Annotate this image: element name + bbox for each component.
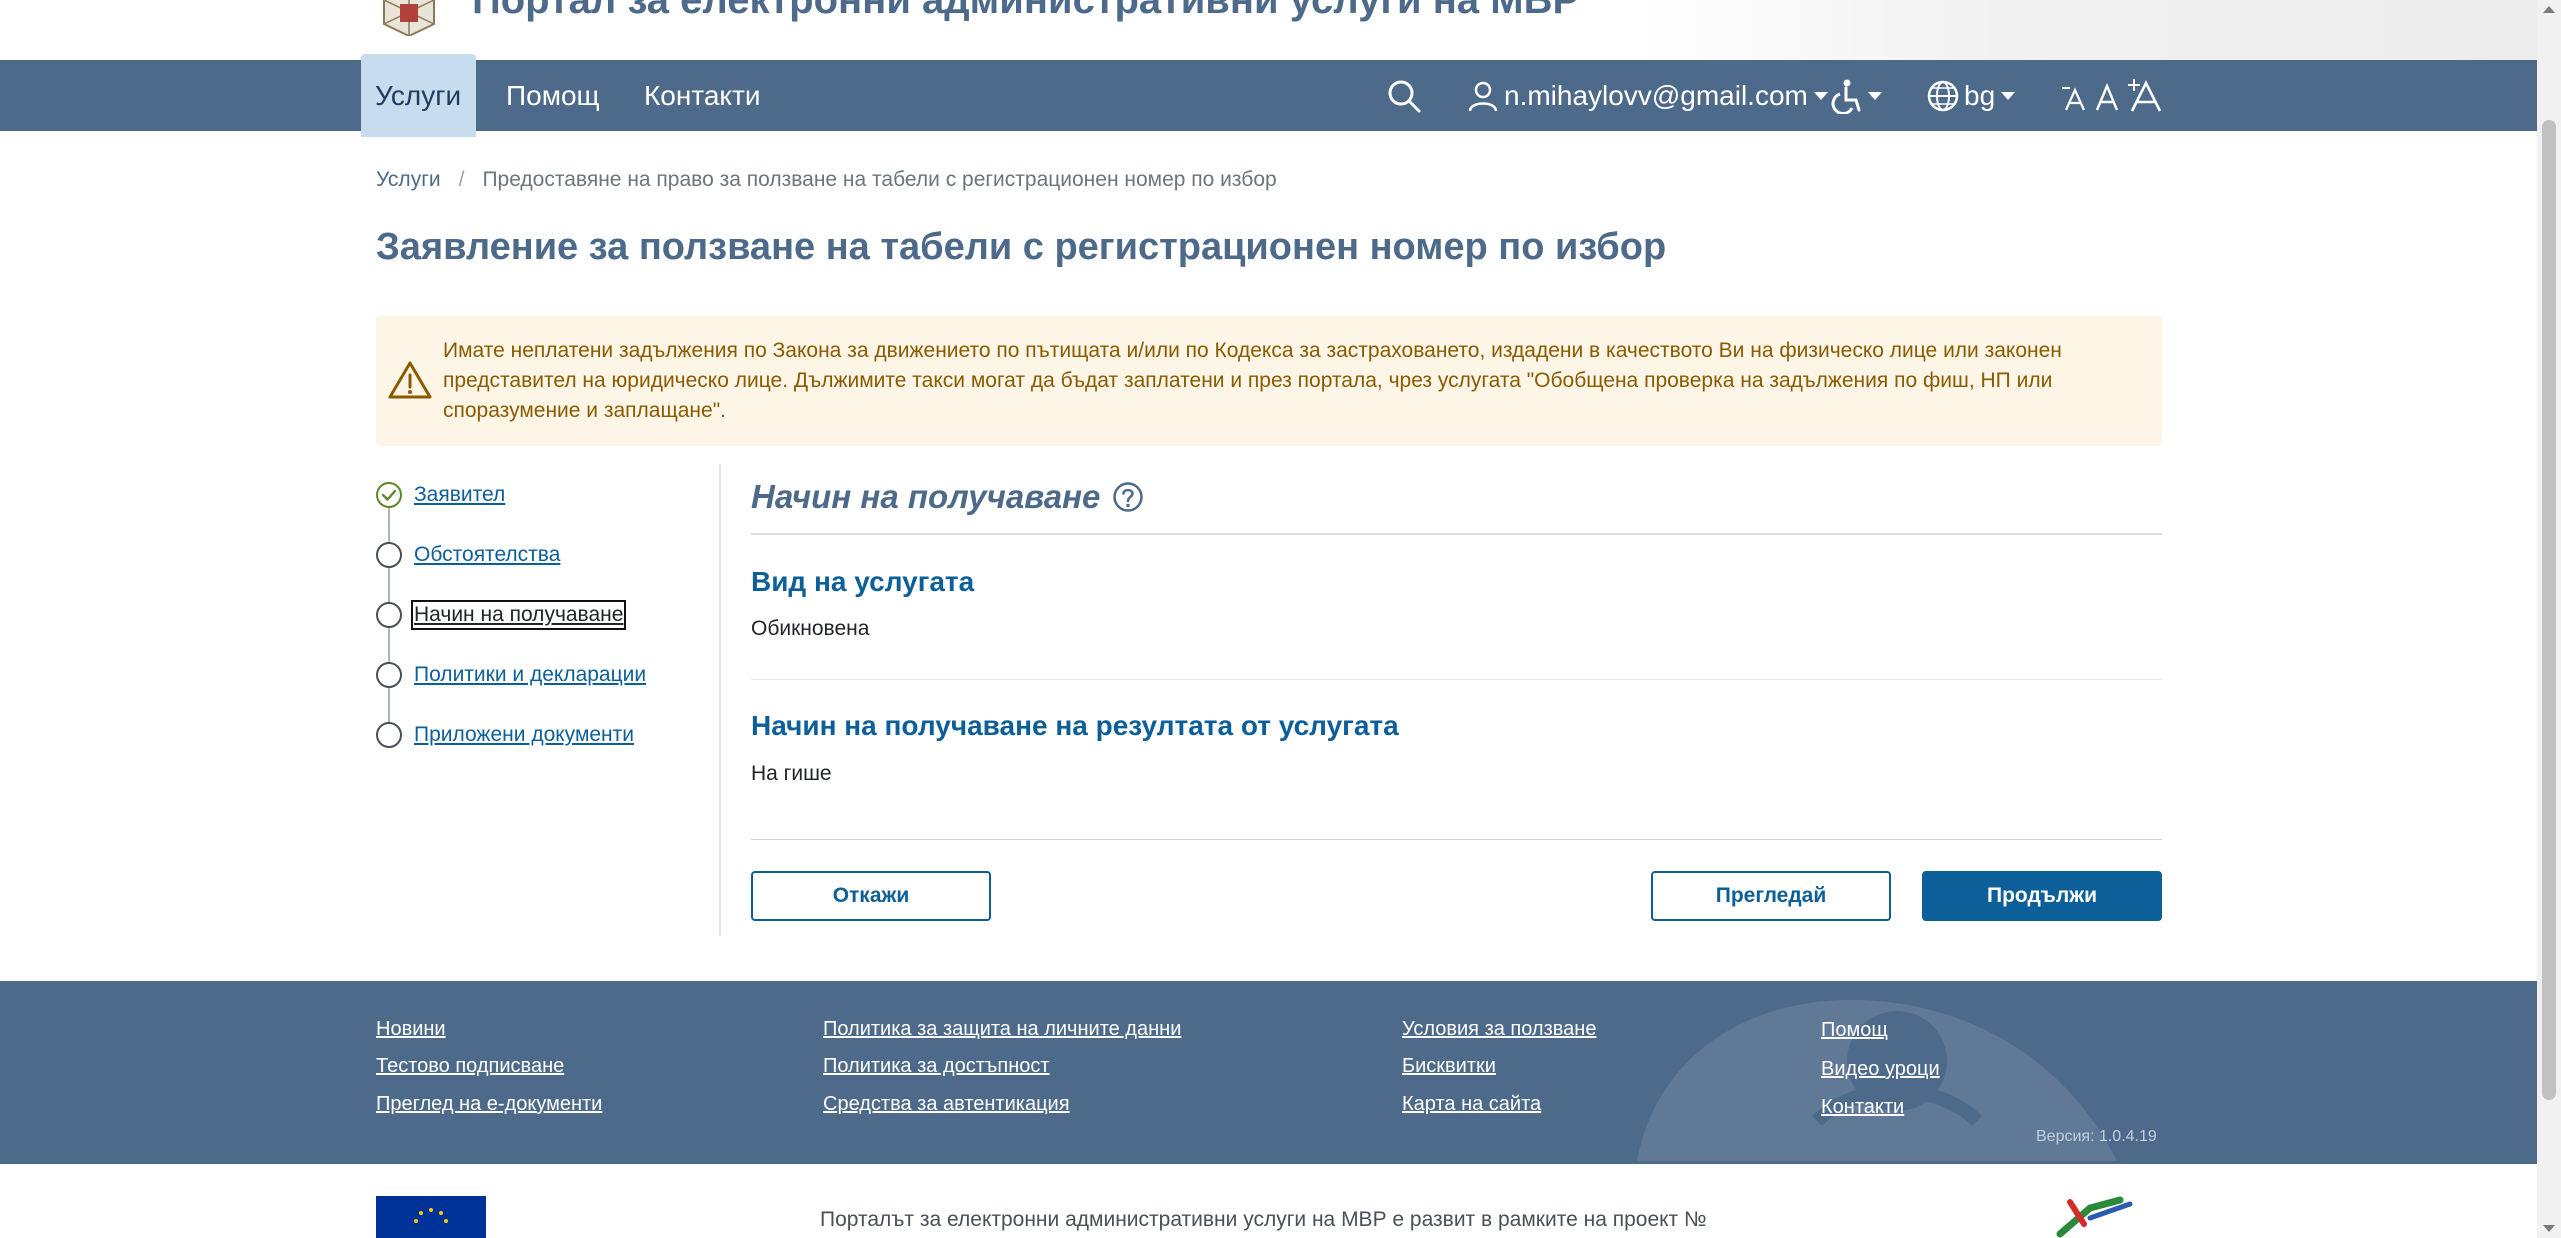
chevron-down-icon	[2001, 91, 2016, 100]
step-attachments[interactable]: Приложени документи	[376, 718, 634, 752]
step-label[interactable]: Политики и декларации	[414, 663, 646, 687]
user-menu[interactable]: n.mihaylovv@gmail.com	[1466, 60, 1828, 131]
sidebar-divider	[719, 464, 721, 936]
step-circumstances[interactable]: Обстоятелства	[376, 538, 560, 572]
brand-header: Портал за електронни административни усл…	[0, 0, 2537, 60]
step-circle-icon	[376, 602, 402, 628]
version-label: Версия: 1.0.4.19	[2036, 1128, 2157, 1145]
alert-text: Имате неплатени задължения по Закона за …	[443, 339, 2062, 422]
scroll-down-icon[interactable]	[2543, 1225, 2555, 1232]
warning-icon	[388, 361, 432, 399]
language-menu[interactable]: bg	[1926, 60, 2016, 131]
page-title: Заявление за ползване на табели с регист…	[376, 226, 1667, 268]
project-text: Порталът за електронни административни у…	[820, 1208, 1707, 1231]
font-size-controls	[2060, 60, 2162, 131]
footer-link-test-signing[interactable]: Тестово подписване	[376, 1055, 564, 1078]
step-label[interactable]: Приложени документи	[414, 723, 634, 747]
portal-title[interactable]: Портал за електронни административни усл…	[472, 0, 1579, 23]
search-button[interactable]	[1386, 60, 1422, 131]
step-applicant[interactable]: Заявител	[376, 478, 505, 512]
scroll-up-icon[interactable]	[2543, 6, 2555, 13]
footer-link-video-tutorials[interactable]: Видео уроци	[1821, 1058, 1940, 1081]
site-footer: Новини Тестово подписване Преглед на е-д…	[0, 981, 2537, 1164]
preview-button[interactable]: Прегледай	[1651, 871, 1891, 921]
chevron-down-icon	[1813, 91, 1828, 100]
font-increase-icon[interactable]	[2126, 77, 2162, 115]
delivery-method-label: Начин на получаване на резултата от услу…	[751, 710, 1399, 741]
step-check-icon	[376, 482, 402, 508]
nav-item-help[interactable]: Помощ	[492, 60, 614, 131]
continue-button[interactable]: Продължи	[1922, 871, 2162, 921]
partner-program-logo	[2056, 1196, 2133, 1238]
step-delivery-method[interactable]: Начин на получаване	[376, 598, 627, 632]
footer-link-terms[interactable]: Условия за ползване	[1402, 1018, 1596, 1041]
footer-link-accessibility[interactable]: Политика за достъпност	[823, 1055, 1050, 1078]
field-divider	[751, 679, 2162, 680]
accessibility-menu[interactable]	[1830, 60, 1882, 131]
footer-link-authentication[interactable]: Средства за автентикация	[823, 1093, 1070, 1116]
delivery-method-value: На гише	[751, 762, 832, 785]
step-circle-icon	[376, 542, 402, 568]
chevron-down-icon	[1868, 91, 1882, 100]
nav-item-services[interactable]: Услуги	[361, 54, 476, 137]
eu-flag-logo	[376, 1196, 486, 1238]
section-title-text: Начин на получаване	[751, 478, 1101, 515]
project-footer: Порталът за електронни административни у…	[0, 1164, 2537, 1238]
font-normal-icon[interactable]	[2094, 78, 2120, 114]
main-navbar: Услуги Помощ Контакти n.mihaylovv@gmail.…	[0, 54, 2537, 137]
section-divider	[751, 533, 2162, 535]
footer-link-sitemap[interactable]: Карта на сайта	[1402, 1093, 1541, 1116]
nav-item-contacts[interactable]: Контакти	[630, 60, 774, 131]
scrollbar-thumb[interactable]	[2542, 120, 2556, 1100]
cancel-button[interactable]: Откажи	[751, 871, 991, 921]
breadcrumb-current: Предоставяне на право за ползване на таб…	[482, 168, 1277, 191]
header-ornament	[1637, 0, 2537, 60]
service-type-value: Обикновена	[751, 617, 870, 640]
language-code: bg	[1964, 79, 1996, 111]
accessibility-icon	[1831, 79, 1861, 114]
step-circle-icon	[376, 722, 402, 748]
section-title: Начин на получаване	[751, 478, 1144, 516]
user-email: n.mihaylovv@gmail.com	[1504, 79, 1808, 111]
footer-link-help[interactable]: Помощ	[1821, 1019, 1888, 1042]
footer-link-cookies[interactable]: Бисквитки	[1402, 1055, 1496, 1078]
breadcrumb-separator: /	[458, 168, 465, 191]
footer-link-contacts[interactable]: Контакти	[1821, 1096, 1904, 1119]
font-decrease-icon[interactable]	[2060, 78, 2088, 114]
step-label[interactable]: Заявител	[414, 483, 505, 507]
footer-link-news[interactable]: Новини	[376, 1018, 446, 1041]
service-type-label: Вид на услугата	[751, 566, 975, 597]
breadcrumb: Услуги / Предоставяне на право за ползване…	[376, 168, 1277, 192]
page-scrollbar[interactable]	[2537, 0, 2561, 1238]
form-footer-divider	[751, 839, 2162, 840]
footer-link-edocuments[interactable]: Преглед на е-документи	[376, 1093, 602, 1116]
step-policies[interactable]: Политики и декларации	[376, 658, 646, 692]
debt-warning-alert: Имате неплатени задължения по Закона за …	[376, 316, 2162, 446]
step-label[interactable]: Обстоятелства	[414, 543, 560, 567]
step-circle-icon	[376, 662, 402, 688]
ministry-logo[interactable]	[376, 0, 442, 36]
step-label[interactable]: Начин на получаване	[410, 600, 627, 630]
search-icon	[1388, 80, 1421, 112]
user-icon	[1468, 81, 1498, 111]
globe-icon	[1927, 80, 1959, 111]
help-icon[interactable]	[1112, 481, 1144, 513]
breadcrumb-root[interactable]: Услуги	[376, 168, 441, 191]
footer-link-privacy[interactable]: Политика за защита на личните данни	[823, 1018, 1181, 1041]
